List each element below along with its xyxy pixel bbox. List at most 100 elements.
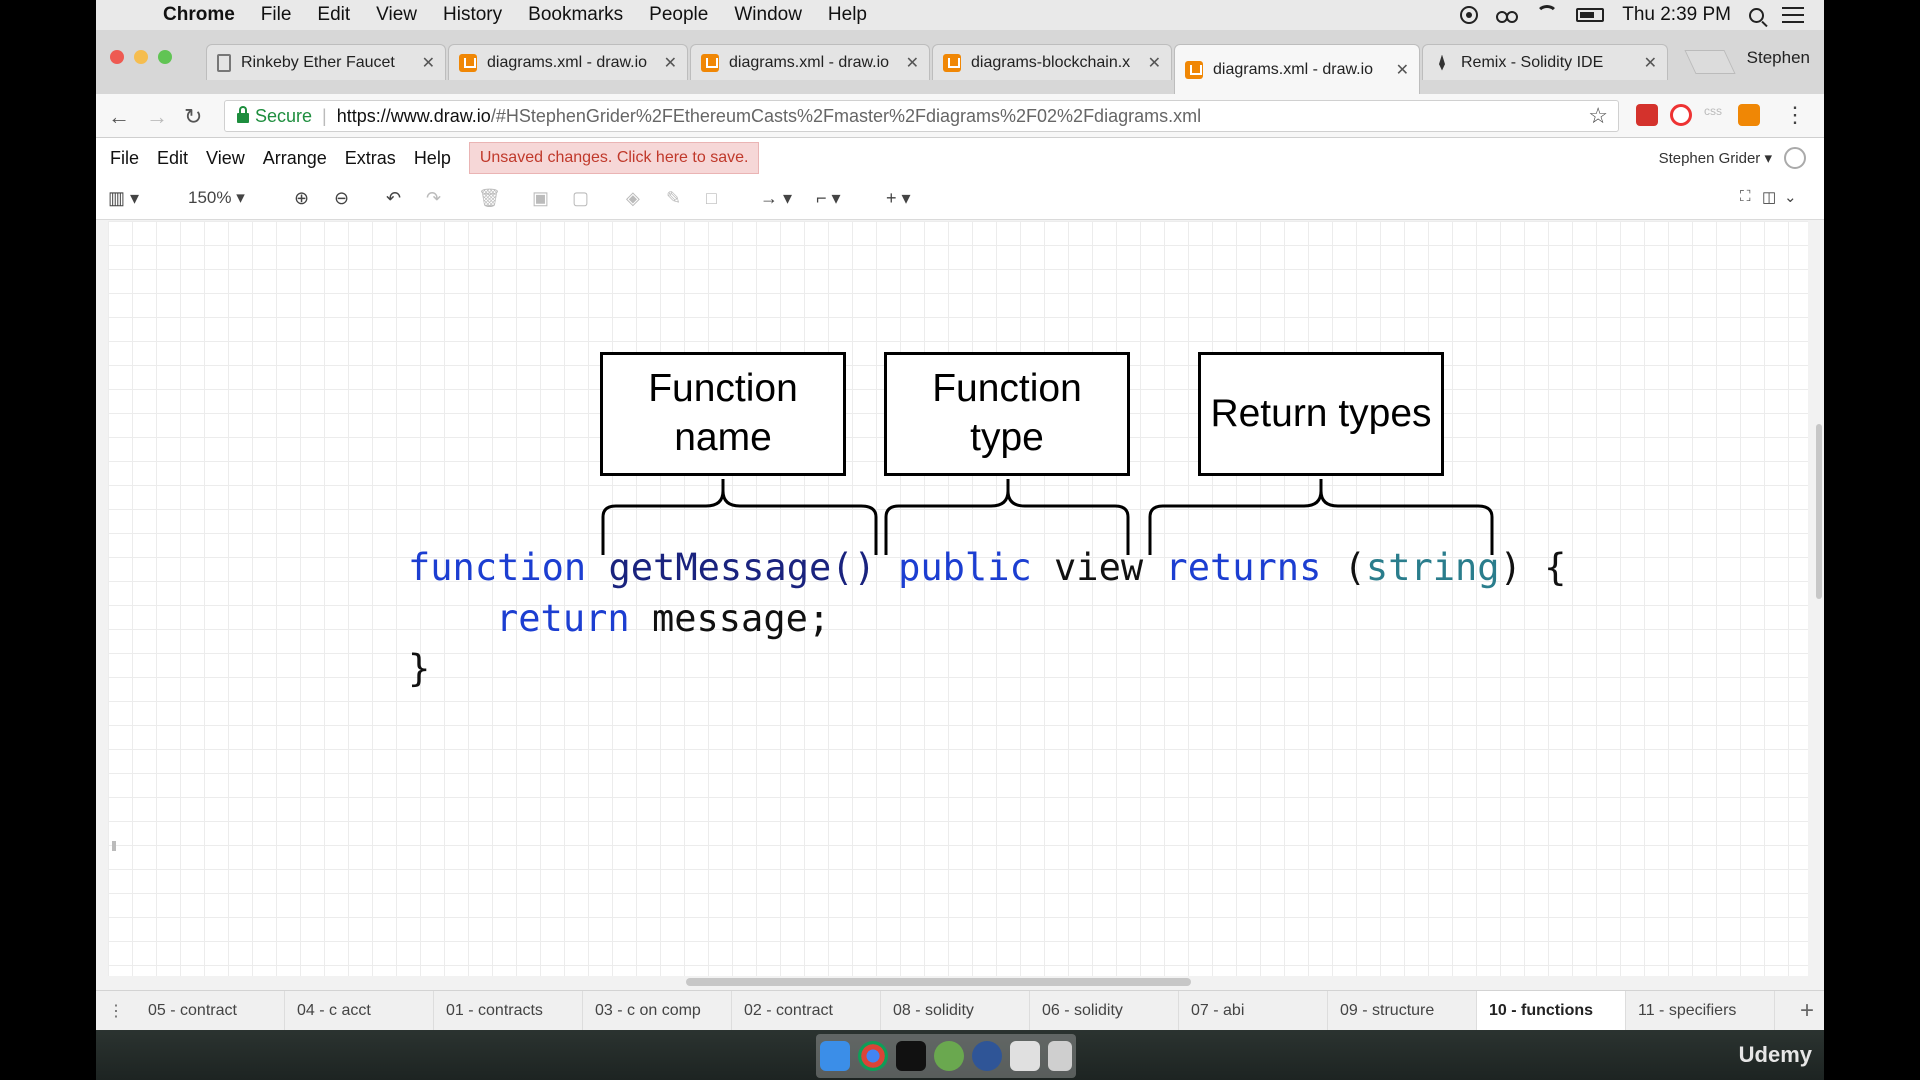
waypoints-icon[interactable]: ⌐ ▾	[816, 188, 841, 209]
chrome-icon[interactable]	[858, 1041, 888, 1071]
wifi-icon[interactable]	[1536, 5, 1559, 25]
udemy-watermark: Udemy	[1738, 1042, 1812, 1067]
line-color-icon[interactable]: ✎	[666, 188, 681, 209]
battery-icon[interactable]	[1576, 8, 1605, 22]
page-tab[interactable]: 09 - structure	[1328, 990, 1477, 1031]
spotlight-search-icon[interactable]	[1749, 7, 1764, 23]
unsaved-changes-button[interactable]: Unsaved changes. Click here to save.	[468, 142, 760, 174]
page-tab[interactable]: 07 - abi	[1179, 990, 1328, 1031]
code-line-1[interactable]: function getMessage() public view return…	[408, 546, 1566, 589]
pages-menu-icon[interactable]: ⋮	[96, 1001, 136, 1021]
drawio-menu-extras[interactable]: Extras	[345, 148, 396, 169]
code-line-2[interactable]: return message;	[496, 597, 830, 640]
maximize-window-button[interactable]	[158, 50, 172, 64]
page-tab[interactable]: 11 - specifiers	[1626, 990, 1775, 1031]
insert-plus-icon[interactable]: + ▾	[886, 188, 911, 209]
collapse-chevron-icon[interactable]: ⌄	[1784, 188, 1797, 206]
screen-record-icon[interactable]	[1460, 6, 1479, 24]
close-tab-icon[interactable]: ✕	[1148, 53, 1161, 73]
split-view-icon[interactable]: ◫	[1762, 188, 1776, 206]
zoom-in-icon[interactable]: ⊕	[294, 188, 309, 209]
zoom-select[interactable]: 150% ▾	[188, 188, 245, 208]
drawio-menu-help[interactable]: Help	[414, 148, 451, 169]
page-tab[interactable]: 02 - contract	[732, 990, 881, 1031]
language-globe-icon[interactable]	[1784, 147, 1806, 169]
glasses-icon[interactable]	[1496, 6, 1519, 24]
page-tab[interactable]: 06 - solidity	[1030, 990, 1179, 1031]
drawio-menu-edit[interactable]: Edit	[157, 148, 188, 169]
browser-tab-drawio-active[interactable]: diagrams.xml - draw.io ✕	[1174, 44, 1420, 94]
menu-bookmarks[interactable]: Bookmarks	[528, 4, 623, 26]
drawio-menu-view[interactable]: View	[206, 148, 245, 169]
menu-help[interactable]: Help	[828, 4, 867, 26]
horizontal-scrollbar[interactable]	[686, 978, 1191, 986]
connection-style-icon[interactable]: → ▾	[760, 188, 792, 209]
page-tab[interactable]: 05 - contract	[136, 990, 285, 1031]
user-name: Stephen Grider	[1658, 150, 1761, 167]
fill-color-icon[interactable]: ◈	[626, 188, 640, 209]
menu-file[interactable]: File	[261, 4, 292, 26]
close-window-button[interactable]	[110, 50, 124, 64]
chrome-menu-icon[interactable]: ⋮	[1784, 102, 1806, 128]
code-line-3[interactable]: }	[408, 647, 430, 690]
add-page-icon[interactable]: +	[1800, 997, 1814, 1025]
browser-tab-drawio-1[interactable]: diagrams.xml - draw.io ✕	[448, 44, 688, 80]
profile-button[interactable]: Stephen	[1747, 48, 1810, 68]
delete-icon[interactable]: 🗑	[478, 188, 501, 209]
close-tab-icon[interactable]: ✕	[422, 53, 435, 73]
opera-extension-icon[interactable]	[1670, 104, 1692, 126]
user-menu[interactable]: Stephen Grider ▾	[1659, 149, 1772, 167]
trash-icon[interactable]	[1048, 1041, 1072, 1071]
minimize-window-button[interactable]	[134, 50, 148, 64]
to-back-icon[interactable]: ▢	[572, 188, 589, 209]
extension-icon-red[interactable]	[1636, 104, 1658, 126]
undo-icon[interactable]: ↶	[386, 188, 401, 209]
redo-icon[interactable]: ↷	[426, 188, 441, 209]
folder-icon[interactable]	[1010, 1041, 1040, 1071]
shadow-icon[interactable]: □	[706, 188, 717, 209]
menu-chrome[interactable]: Chrome	[163, 4, 235, 26]
notification-center-icon[interactable]	[1782, 7, 1804, 23]
browser-tab-drawio-blockchain[interactable]: diagrams-blockchain.x ✕	[932, 44, 1172, 80]
menu-edit[interactable]: Edit	[317, 4, 350, 26]
kw-function: function	[408, 546, 587, 589]
clock[interactable]: Thu 2:39 PM	[1622, 4, 1731, 26]
back-arrow-icon[interactable]: ←	[108, 104, 130, 130]
type-string: string	[1365, 546, 1500, 589]
page-tab[interactable]: 03 - c on comp	[583, 990, 732, 1031]
close-tab-icon[interactable]: ✕	[1644, 53, 1657, 73]
quicktime-icon[interactable]	[972, 1041, 1002, 1071]
close-tab-icon[interactable]: ✕	[664, 53, 677, 73]
css-extension-icon[interactable]: css	[1704, 104, 1726, 126]
browser-tab-remix[interactable]: Remix - Solidity IDE ✕	[1422, 44, 1668, 80]
atom-icon[interactable]	[934, 1041, 964, 1071]
diagram-canvas[interactable]: Function name Function type Return types…	[108, 221, 1808, 976]
terminal-icon[interactable]	[896, 1041, 926, 1071]
zoom-out-icon[interactable]: ⊖	[334, 188, 349, 209]
url-input[interactable]: Secure | https://www.draw.io /#HStephenG…	[224, 100, 1619, 132]
page-tab[interactable]: 01 - contracts	[434, 990, 583, 1031]
menu-people[interactable]: People	[649, 4, 708, 26]
fullscreen-icon[interactable]: ⛶	[1740, 188, 1751, 205]
page-tab-active[interactable]: 10 - functions	[1477, 990, 1626, 1031]
forward-arrow-icon[interactable]: →	[146, 104, 168, 130]
drawio-menu-file[interactable]: File	[110, 148, 139, 169]
browser-tab-drawio-2[interactable]: diagrams.xml - draw.io ✕	[690, 44, 930, 80]
to-front-icon[interactable]: ▣	[532, 188, 549, 209]
close-tab-icon[interactable]: ✕	[1396, 60, 1409, 80]
reload-icon[interactable]: ↻	[184, 104, 202, 130]
browser-tab-rinkeby[interactable]: Rinkeby Ether Faucet ✕	[206, 44, 446, 80]
new-tab-button[interactable]	[1684, 50, 1736, 74]
menu-window[interactable]: Window	[734, 4, 802, 26]
page-tab[interactable]: 08 - solidity	[881, 990, 1030, 1031]
finder-icon[interactable]	[820, 1041, 850, 1071]
menu-view[interactable]: View	[376, 4, 417, 26]
vertical-scrollbar[interactable]	[1816, 424, 1822, 599]
drawio-menu-arrange[interactable]: Arrange	[263, 148, 327, 169]
page-tab[interactable]: 04 - c acct	[285, 990, 434, 1031]
close-tab-icon[interactable]: ✕	[906, 53, 919, 73]
metamask-extension-icon[interactable]	[1738, 104, 1760, 126]
bookmark-star-icon[interactable]: ☆	[1588, 103, 1608, 129]
menu-history[interactable]: History	[443, 4, 502, 26]
format-panel-icon[interactable]: ▥ ▾	[108, 188, 139, 209]
